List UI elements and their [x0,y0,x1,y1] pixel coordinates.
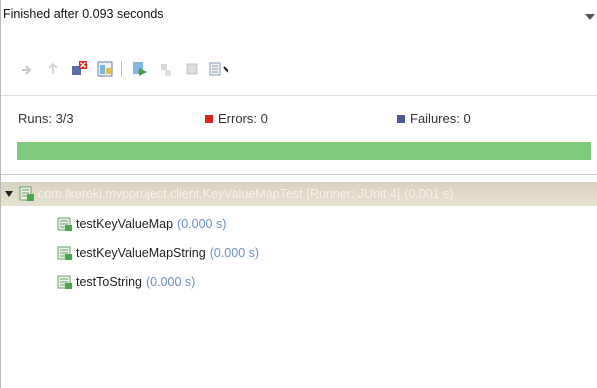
progress-bar [17,142,591,160]
errors-counter: Errors: 0 [205,111,268,126]
suite-time: (0.001 s) [404,187,454,201]
failure-icon [397,114,405,123]
next-failure-icon[interactable] [17,59,37,79]
test-name: testToString [76,275,143,289]
test-row[interactable]: testKeyValueMap (0.000 s) [57,214,226,234]
view-menu-icon[interactable] [585,14,595,20]
rerun-icon[interactable] [130,59,150,79]
test-passed-icon [57,274,73,290]
test-time: (0.000 s) [177,217,227,231]
rerun-failed-first-icon[interactable] [156,59,176,79]
test-suite-row[interactable]: com.fkereki.mvpproject.client.KeyValueMa… [1,182,597,206]
stop-icon[interactable] [182,59,202,79]
test-name: testKeyValueMap [76,217,174,231]
test-time: (0.000 s) [146,275,196,289]
divider [1,174,597,175]
runs-label: Runs: 3/3 [18,111,74,126]
test-row[interactable]: testToString (0.000 s) [57,272,195,292]
junit-view: Finished after 0.093 seconds Runs: 3/3 E… [0,0,597,388]
failures-counter: Failures: 0 [397,111,471,126]
failures-label: Failures: 0 [410,111,471,126]
suite-runner: [Runner: JUnit 4] [306,187,401,201]
expand-triangle-icon[interactable] [5,191,13,197]
test-row[interactable]: testKeyValueMapString (0.000 s) [57,243,259,263]
toolbar-separator [121,61,122,77]
toolbar [17,58,234,80]
suite-name: com.fkereki.mvpproject.client.KeyValueMa… [38,187,303,201]
runs-counter: Runs: 3/3 [18,111,74,126]
scroll-lock-icon[interactable] [95,59,115,79]
show-failures-only-icon[interactable] [69,59,89,79]
history-icon[interactable] [208,59,228,79]
test-time: (0.000 s) [209,246,260,260]
error-icon [205,114,213,123]
test-passed-icon [57,216,73,232]
test-suite-icon [19,186,35,202]
test-name: testKeyValueMapString [76,246,206,260]
counters-panel: Runs: 3/3 Errors: 0 Failures: 0 [1,95,597,142]
previous-failure-icon[interactable] [43,59,63,79]
errors-label: Errors: 0 [218,111,268,126]
status-text: Finished after 0.093 seconds [3,7,164,21]
test-passed-icon [57,245,73,261]
